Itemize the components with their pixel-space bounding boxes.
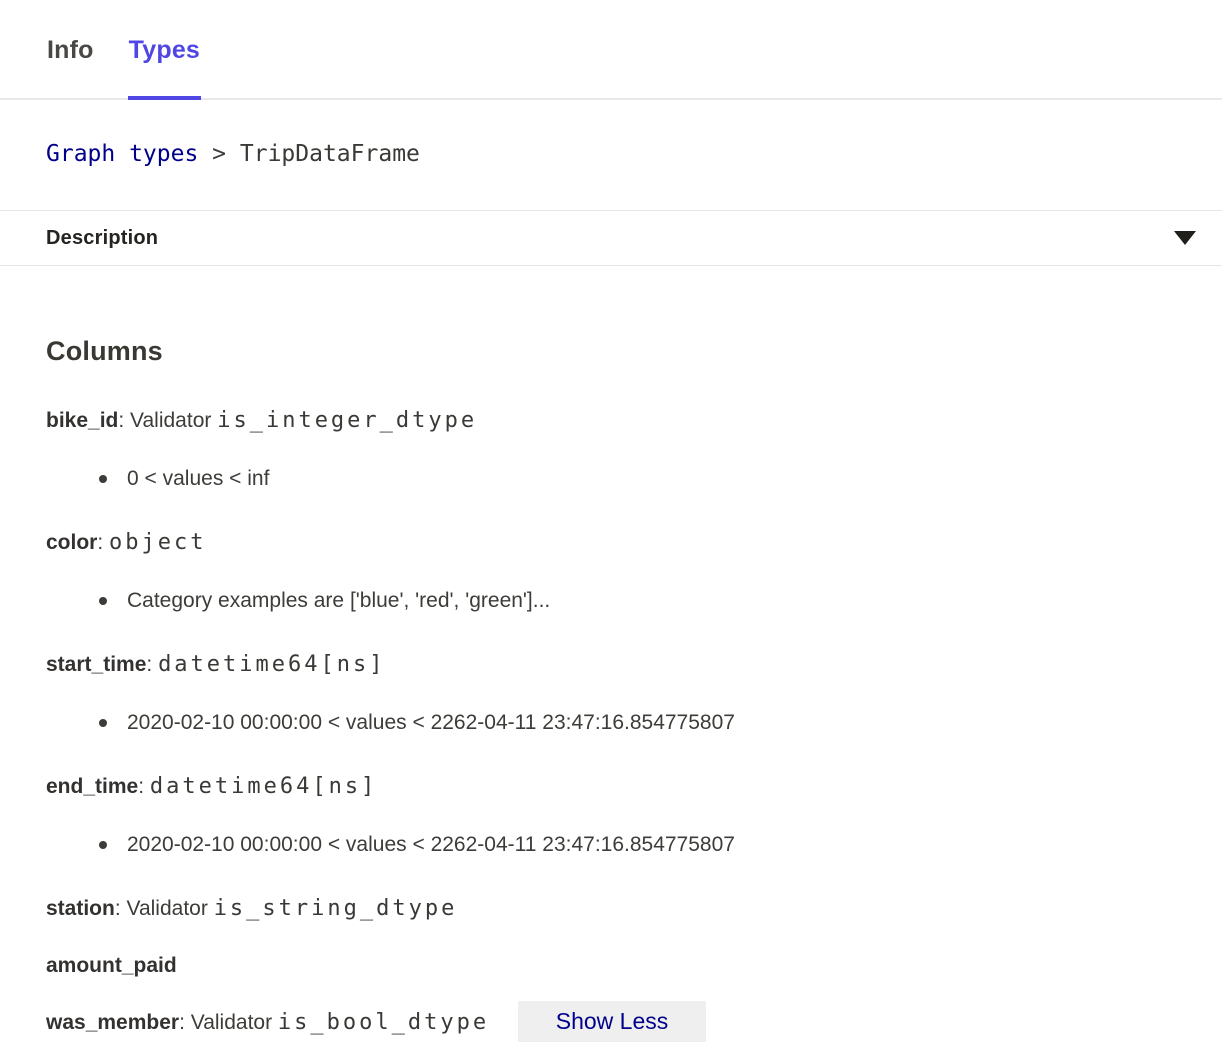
dtype-code: object xyxy=(109,530,206,555)
breadcrumb-link-graph-types[interactable]: Graph types xyxy=(46,141,198,167)
column-entry: was_member: Validator is_bool_dtypeShow … xyxy=(46,1009,1176,1037)
colon-separator: : xyxy=(115,897,127,920)
columns-section: Columns bike_id: Validator is_integer_dt… xyxy=(0,336,1222,1037)
constraint-item: 2020-02-10 00:00:00 < values < 2262-04-1… xyxy=(46,831,1176,859)
show-less-button[interactable]: Show Less xyxy=(518,1001,706,1042)
column-name: bike_id xyxy=(46,409,118,432)
tab-bar: Info Types xyxy=(0,0,1222,100)
breadcrumb-current: TripDataFrame xyxy=(240,141,420,167)
validator-prefix: Validator xyxy=(127,897,214,920)
constraint-list: 2020-02-10 00:00:00 < values < 2262-04-1… xyxy=(46,831,1176,859)
colon-separator: : xyxy=(118,409,130,432)
columns-heading: Columns xyxy=(46,336,1176,367)
column-entry: start_time: datetime64[ns] 2020-02-10 00:… xyxy=(46,651,1176,737)
column-name: amount_paid xyxy=(46,954,177,977)
column-entry: amount_paid xyxy=(46,952,1176,980)
constraint-list: 0 < values < inf xyxy=(46,465,1176,493)
column-entry: bike_id: Validator is_integer_dtype 0 < v… xyxy=(46,407,1176,493)
column-definition: station: Validator is_string_dtype xyxy=(46,895,1176,923)
colon-separator: : xyxy=(146,653,158,676)
column-entry: color: object Category examples are ['blu… xyxy=(46,529,1176,615)
constraint-item: 0 < values < inf xyxy=(46,465,1176,493)
validator-prefix: Validator xyxy=(191,1011,278,1034)
tab-types[interactable]: Types xyxy=(128,36,201,98)
columns-list: bike_id: Validator is_integer_dtype 0 < v… xyxy=(46,407,1176,1037)
column-name: start_time xyxy=(46,653,146,676)
caret-down-icon xyxy=(1174,231,1196,245)
dtype-code: is_integer_dtype xyxy=(217,408,477,433)
breadcrumb-separator: > xyxy=(198,141,240,167)
colon-separator: : xyxy=(179,1011,191,1034)
constraint-list: Category examples are ['blue', 'red', 'g… xyxy=(46,587,1176,615)
column-definition: amount_paid xyxy=(46,952,1176,980)
validator-prefix: Validator xyxy=(130,409,217,432)
constraint-item: Category examples are ['blue', 'red', 'g… xyxy=(46,587,1176,615)
column-name: was_member xyxy=(46,1011,179,1034)
constraint-item: 2020-02-10 00:00:00 < values < 2262-04-1… xyxy=(46,709,1176,737)
column-name: end_time xyxy=(46,775,138,798)
breadcrumb: Graph types > TripDataFrame xyxy=(0,100,1222,210)
dtype-code: datetime64[ns] xyxy=(158,652,385,677)
dtype-code: is_bool_dtype xyxy=(278,1010,489,1035)
column-entry: end_time: datetime64[ns] 2020-02-10 00:00… xyxy=(46,773,1176,859)
description-title: Description xyxy=(46,227,158,250)
colon-separator: : xyxy=(97,531,109,554)
column-definition: end_time: datetime64[ns] xyxy=(46,773,1176,801)
column-entry: station: Validator is_string_dtype xyxy=(46,895,1176,923)
colon-separator: : xyxy=(138,775,150,798)
constraint-list: 2020-02-10 00:00:00 < values < 2262-04-1… xyxy=(46,709,1176,737)
dtype-code: is_string_dtype xyxy=(214,896,458,921)
column-name: color xyxy=(46,531,97,554)
column-name: station xyxy=(46,897,115,920)
description-accordion[interactable]: Description xyxy=(0,210,1222,266)
column-definition: bike_id: Validator is_integer_dtype xyxy=(46,407,1176,435)
column-definition: color: object xyxy=(46,529,1176,557)
column-definition: start_time: datetime64[ns] xyxy=(46,651,1176,679)
tab-info[interactable]: Info xyxy=(46,36,95,98)
dtype-code: datetime64[ns] xyxy=(150,774,377,799)
